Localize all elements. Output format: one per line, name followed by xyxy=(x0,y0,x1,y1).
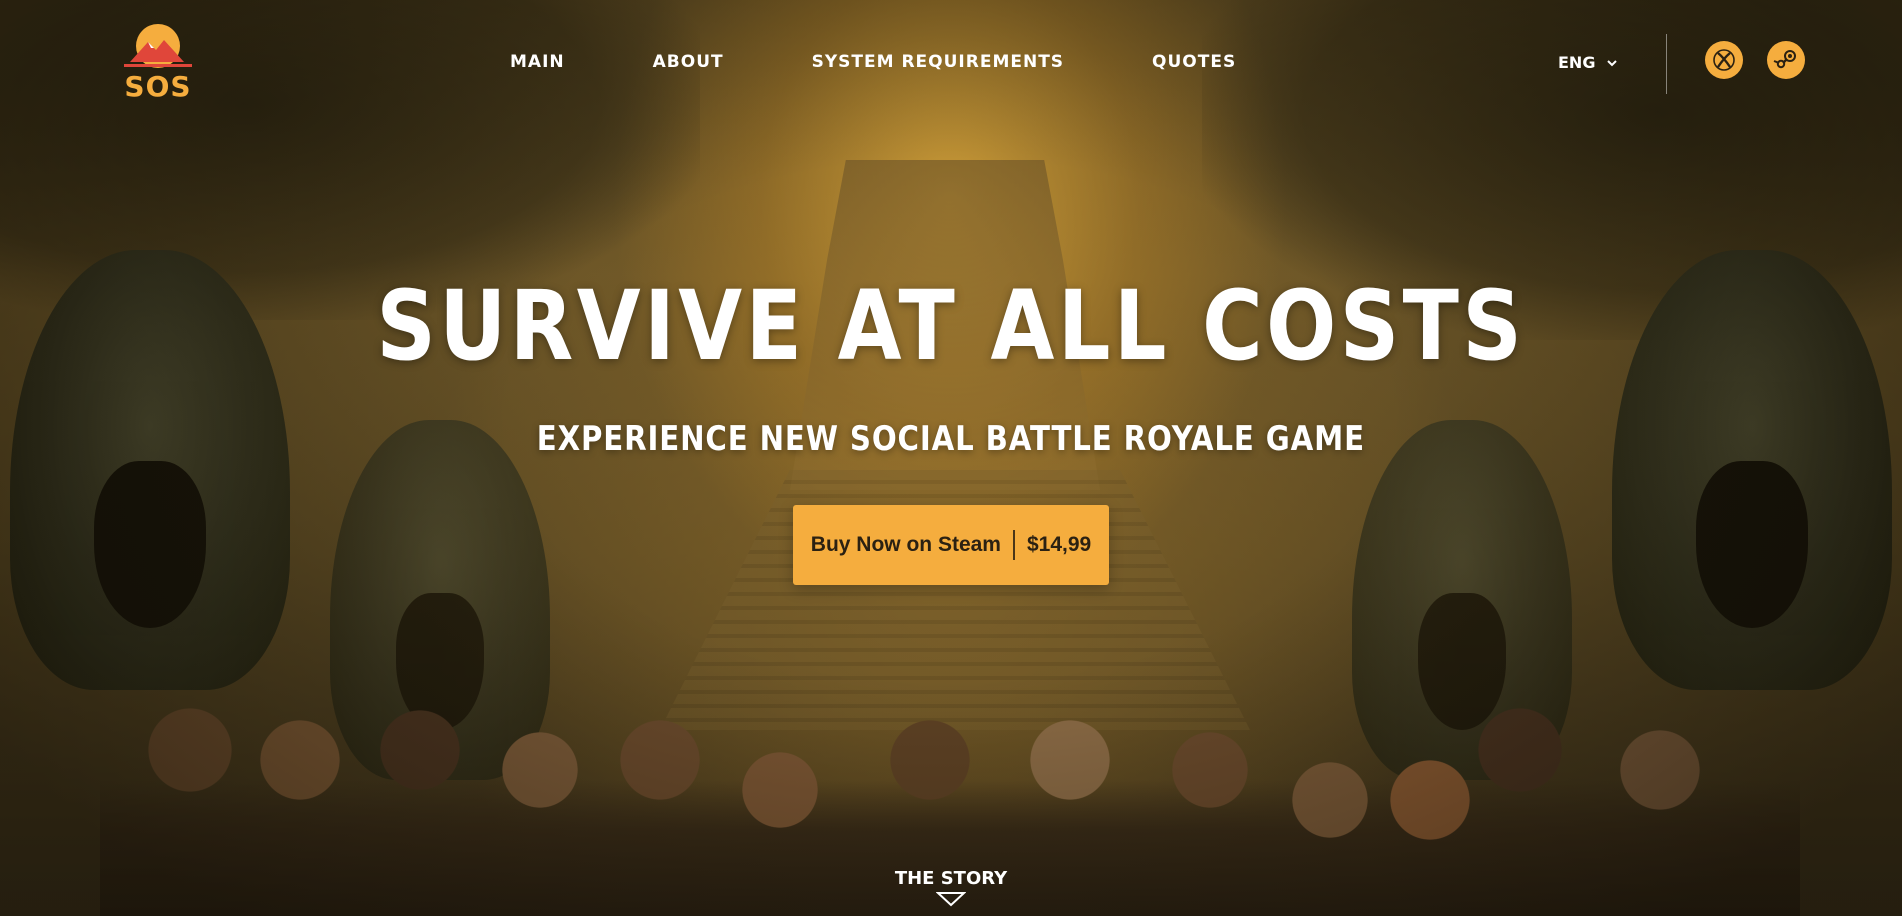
buy-button-label: Buy Now on Steam xyxy=(810,533,1001,556)
steam-icon xyxy=(1773,50,1796,69)
the-story-link[interactable]: THE STORY xyxy=(0,868,1902,907)
buy-button-separator xyxy=(1012,530,1015,560)
nav-item-about[interactable]: ABOUT xyxy=(653,52,724,72)
svg-text:SOS: SOS xyxy=(124,70,191,100)
story-label: THE STORY xyxy=(894,868,1008,889)
nav-item-quotes[interactable]: QUOTES xyxy=(1152,52,1236,72)
nav-item-main[interactable]: MAIN xyxy=(510,52,565,72)
hero-headline: SURVIVE AT ALL COSTS xyxy=(376,270,1526,382)
nav-item-system-requirements[interactable]: SYSTEM REQUIREMENTS xyxy=(812,52,1064,72)
header-divider xyxy=(1666,34,1667,94)
price-label: $14,99 xyxy=(1026,533,1092,556)
site-header: SOS MAIN ABOUT SYSTEM REQUIREMENTS QUOTE… xyxy=(0,0,1902,120)
xbox-link[interactable] xyxy=(1705,41,1743,79)
hero-subheadline: EXPERIENCE NEW SOCIAL BATTLE ROYALE GAME xyxy=(536,419,1365,459)
buy-on-steam-button[interactable]: Buy Now on Steam $14,99 xyxy=(793,505,1109,585)
steam-link[interactable] xyxy=(1767,41,1805,79)
triangle-down-icon xyxy=(936,892,966,907)
main-nav: MAIN ABOUT SYSTEM REQUIREMENTS QUOTES xyxy=(510,52,1236,72)
language-selector[interactable]: ENG xyxy=(1558,53,1619,72)
language-label: ENG xyxy=(1558,53,1596,72)
stone-statue-right-rear xyxy=(1352,420,1572,780)
sos-logo[interactable]: SOS xyxy=(118,22,198,103)
chevron-down-icon xyxy=(1607,59,1618,66)
xbox-icon xyxy=(1713,49,1735,71)
stone-statue-left-rear xyxy=(330,420,550,780)
hero-section: SOS MAIN ABOUT SYSTEM REQUIREMENTS QUOTE… xyxy=(0,0,1902,916)
